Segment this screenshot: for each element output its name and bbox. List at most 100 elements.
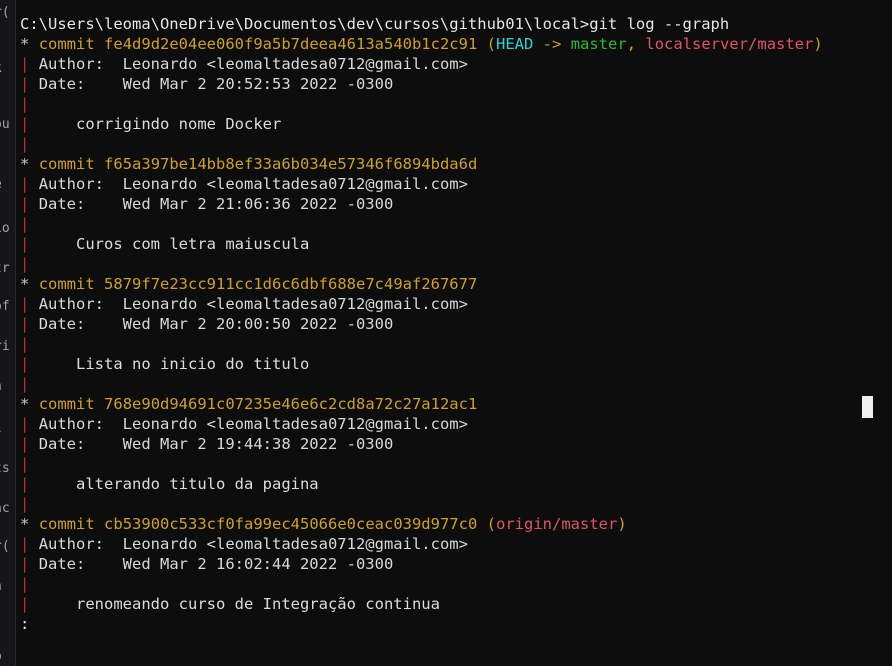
graph-spacer-row: |	[16, 214, 892, 234]
commit-hash: f65a397be14bb8ef33a6b034e57346f6894bda6d	[104, 155, 478, 173]
sliver-fragment: r(	[0, 539, 10, 554]
pane-divider	[15, 0, 16, 666]
graph-pipe-icon: |	[20, 175, 30, 193]
graph-pipe-icon: |	[20, 255, 30, 273]
graph-pipe-icon: |	[20, 95, 30, 113]
sliver-fragment: e	[0, 178, 2, 192]
graph-pipe-icon: |	[20, 575, 30, 593]
commit-date-row: | Date: Wed Mar 2 20:00:50 2022 -0300	[16, 314, 892, 334]
terminal-window[interactable]: r( k ou e io tr of ri n l ts nc r( n o C…	[0, 0, 892, 666]
commit-keyword: commit	[38, 275, 95, 293]
sliver-fragment: tr	[0, 261, 10, 276]
graph-pipe-icon: |	[20, 215, 30, 233]
graph-pipe-icon: |	[20, 595, 30, 613]
commit-keyword: commit	[38, 35, 95, 53]
graph-pipe-icon: |	[20, 475, 30, 493]
graph-node-icon: *	[20, 35, 30, 53]
remote-branch-ref: origin/master	[496, 515, 618, 533]
commit-keyword: commit	[38, 395, 95, 413]
sliver-fragment: ou	[0, 117, 10, 132]
terminal-output-area[interactable]: C:\Users\leoma\OneDrive\Documentos\dev\c…	[16, 0, 892, 666]
commit-hash: 768e90d94691c07235e46e6c2cd8a72c27a12ac1	[104, 395, 478, 413]
decoration-open-paren: (	[486, 515, 496, 533]
commit-author-row: | Author: Leonardo <leomaltadesa0712@gma…	[16, 54, 892, 74]
graph-pipe-icon: |	[20, 555, 30, 573]
graph-pipe-icon: |	[20, 455, 30, 473]
sliver-fragment: ri	[0, 339, 10, 354]
commit-author-row: | Author: Leonardo <leomaltadesa0712@gma…	[16, 294, 892, 314]
graph-pipe-icon: |	[20, 355, 30, 373]
date-text: Date: Wed Mar 2 21:06:36 2022 -0300	[38, 195, 394, 213]
graph-pipe-icon: |	[20, 135, 30, 153]
graph-spacer-row: |	[16, 494, 892, 514]
sliver-fragment: ts	[0, 461, 10, 476]
author-text: Author: Leonardo <leomaltadesa0712@gmail…	[38, 535, 468, 553]
date-text: Date: Wed Mar 2 20:52:53 2022 -0300	[38, 75, 394, 93]
graph-pipe-icon: |	[20, 75, 30, 93]
commit-message: Curos com letra maiuscula	[76, 235, 310, 253]
commit-date-row: | Date: Wed Mar 2 16:02:44 2022 -0300	[16, 554, 892, 574]
remote-branch-ref: localserver/master	[645, 35, 814, 53]
decoration-comma: ,	[626, 35, 637, 53]
commit-author-row: | Author: Leonardo <leomaltadesa0712@gma…	[16, 414, 892, 434]
author-text: Author: Leonardo <leomaltadesa0712@gmail…	[38, 55, 468, 73]
decoration-arrow: ->	[542, 35, 562, 53]
sliver-fragment: io	[0, 221, 10, 236]
commit-message: corrigindo nome Docker	[76, 115, 282, 133]
graph-pipe-icon: |	[20, 375, 30, 393]
decoration-open-paren: (	[486, 35, 496, 53]
editor-pane-sliver: r( k ou e io tr of ri n l ts nc r( n o	[0, 0, 16, 666]
sliver-fragment: nc	[0, 501, 10, 516]
commit-header-row: * commit fe4d9d2e04ee060f9a5b7deea4613a5…	[16, 34, 892, 54]
author-text: Author: Leonardo <leomaltadesa0712@gmail…	[38, 295, 468, 313]
graph-node-icon: *	[20, 395, 30, 413]
graph-pipe-icon: |	[20, 415, 30, 433]
commit-message-row: | corrigindo nome Docker	[16, 114, 892, 134]
graph-spacer-row: |	[16, 574, 892, 594]
decoration-close-paren: )	[813, 35, 823, 53]
commit-message-row: | renomeando curso de Integração continu…	[16, 594, 892, 614]
sliver-fragment: n	[0, 380, 2, 394]
pager-prompt-row[interactable]: :	[16, 614, 892, 634]
block-cursor	[862, 396, 873, 418]
graph-node-icon: *	[20, 155, 30, 173]
commit-hash: cb53900c533cf0fa99ec45066e0ceac039d977c0	[104, 515, 478, 533]
graph-pipe-icon: |	[20, 495, 30, 513]
commit-header-row: * commit 5879f7e23cc911cc1d6c6dbf688e7c4…	[16, 274, 892, 294]
sliver-fragment: of	[0, 299, 10, 314]
graph-spacer-row: |	[16, 374, 892, 394]
commit-header-row: * commit cb53900c533cf0fa99ec45066e0ceac…	[16, 514, 892, 534]
author-text: Author: Leonardo <leomaltadesa0712@gmail…	[38, 175, 468, 193]
date-text: Date: Wed Mar 2 20:00:50 2022 -0300	[38, 315, 394, 333]
date-text: Date: Wed Mar 2 19:44:38 2022 -0300	[38, 435, 394, 453]
commit-header-row: * commit 768e90d94691c07235e46e6c2cd8a72…	[16, 394, 892, 414]
commit-message-row: | alterando titulo da pagina	[16, 474, 892, 494]
commit-message: renomeando curso de Integração continua	[76, 595, 440, 613]
commit-message: Lista no inicio do titulo	[76, 355, 310, 373]
author-text: Author: Leonardo <leomaltadesa0712@gmail…	[38, 415, 468, 433]
graph-spacer-row: |	[16, 94, 892, 114]
local-branch-ref: master	[570, 35, 627, 53]
pager-prompt[interactable]: :	[20, 615, 29, 633]
graph-spacer-row: |	[16, 254, 892, 274]
commit-date-row: | Date: Wed Mar 2 21:06:36 2022 -0300	[16, 194, 892, 214]
commit-author-row: | Author: Leonardo <leomaltadesa0712@gma…	[16, 534, 892, 554]
head-ref: HEAD	[496, 35, 534, 53]
graph-pipe-icon: |	[20, 235, 30, 253]
commit-keyword: commit	[38, 155, 95, 173]
sliver-fragment: n	[0, 580, 2, 594]
graph-spacer-row: |	[16, 334, 892, 354]
graph-pipe-icon: |	[20, 435, 30, 453]
commit-author-row: | Author: Leonardo <leomaltadesa0712@gma…	[16, 174, 892, 194]
commit-hash: 5879f7e23cc911cc1d6c6dbf688e7c49af267677	[104, 275, 478, 293]
commit-keyword: commit	[38, 515, 95, 533]
date-text: Date: Wed Mar 2 16:02:44 2022 -0300	[38, 555, 394, 573]
graph-pipe-icon: |	[20, 55, 30, 73]
graph-spacer-row: |	[16, 134, 892, 154]
commit-date-row: | Date: Wed Mar 2 20:52:53 2022 -0300	[16, 74, 892, 94]
sliver-fragment: l	[0, 422, 2, 436]
commit-hash: fe4d9d2e04ee060f9a5b7deea4613a540b1c2c91	[104, 35, 478, 53]
commit-header-row: * commit f65a397be14bb8ef33a6b034e57346f…	[16, 154, 892, 174]
sliver-fragment: o	[0, 650, 2, 664]
commit-message: alterando titulo da pagina	[76, 475, 319, 493]
